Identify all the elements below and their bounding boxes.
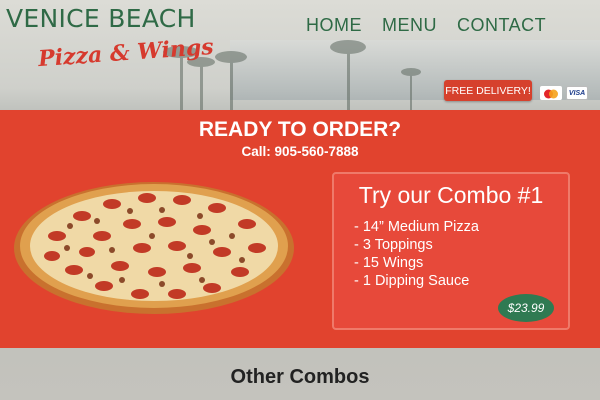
nav-home[interactable]: HOME bbox=[306, 15, 362, 36]
combo-items-list: - 14” Medium Pizza - 3 Toppings - 15 Win… bbox=[354, 218, 479, 290]
combo-offer-card[interactable]: Try our Combo #1 - 14” Medium Pizza - 3 … bbox=[332, 172, 570, 330]
combo-item: - 15 Wings bbox=[354, 255, 424, 271]
other-combos-heading: Other Combos bbox=[230, 366, 370, 388]
site-header: VENICE BEACH Pizza & Wings HOME MENU CON… bbox=[0, 0, 600, 110]
combo-title: Try our Combo #1 bbox=[358, 182, 544, 208]
nav-contact[interactable]: CONTACT bbox=[457, 15, 546, 36]
main-nav: HOME MENU CONTACT bbox=[306, 15, 546, 36]
order-hero: READY TO ORDER? Call: 905-560-7888 Try o… bbox=[0, 110, 600, 348]
hero-headline: READY TO ORDER? bbox=[198, 118, 402, 141]
visa-icon: VISA bbox=[566, 86, 588, 100]
free-delivery-badge[interactable]: FREE DELIVERY! bbox=[444, 80, 532, 101]
combo-item: - 1 Dipping Sauce bbox=[354, 273, 470, 289]
brand-logo-name[interactable]: VENICE BEACH bbox=[6, 4, 196, 33]
combo-item: - 3 Toppings bbox=[354, 237, 433, 253]
brand-logo-tagline[interactable]: Pizza & Wings bbox=[37, 34, 214, 72]
combo-price-badge[interactable]: $23.99 bbox=[498, 294, 554, 322]
nav-menu[interactable]: MENU bbox=[382, 15, 437, 36]
pizza-image bbox=[14, 182, 294, 314]
phone-number[interactable]: Call: 905-560-7888 bbox=[0, 144, 600, 159]
combo-item: - 14” Medium Pizza bbox=[354, 219, 479, 235]
mastercard-icon bbox=[540, 86, 562, 100]
